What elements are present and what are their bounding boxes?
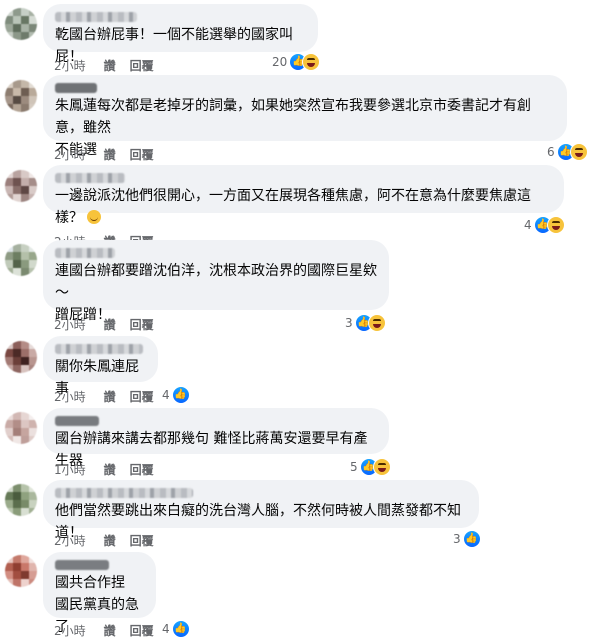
comment-bubble: 一邊說派沈他們很開心，一方面又在展現各種焦慮，阿不在意為什麼要焦慮這樣？	[43, 165, 564, 226]
comment-bubble: 國台辦講來講去都那幾句 難怪比蔣萬安還要早有產生器	[43, 408, 389, 469]
comment-text: 一邊說派沈他們很開心，一方面又在展現各種焦慮，阿不在意為什麼要焦慮這樣？	[55, 185, 552, 229]
reaction-count: 5	[350, 460, 358, 474]
author-name[interactable]	[55, 488, 193, 498]
comment-actions: 2小時 讚回覆	[54, 532, 168, 549]
author-name[interactable]	[55, 248, 115, 258]
reply-button[interactable]: 回覆	[130, 390, 154, 404]
like-icon: 👍	[171, 620, 190, 638]
author-name[interactable]	[55, 12, 137, 22]
reply-button[interactable]: 回覆	[130, 148, 154, 162]
haha-icon	[302, 53, 321, 71]
avatar[interactable]	[5, 484, 37, 516]
reaction-summary[interactable]: 3 👍	[345, 314, 386, 332]
reaction-count: 4	[162, 622, 170, 636]
reaction-count: 6	[547, 145, 555, 159]
avatar[interactable]	[5, 80, 37, 112]
comment-actions: 2小時 讚回覆	[54, 146, 168, 163]
haha-icon	[546, 216, 565, 234]
reaction-summary[interactable]: 4 👍	[162, 386, 190, 404]
avatar[interactable]	[5, 244, 37, 276]
author-name[interactable]	[55, 344, 143, 354]
haha-icon	[569, 143, 588, 161]
comment-bubble: 他們當然要跳出來白癡的洗台灣人腦，不然何時被人間蒸發都不知道！	[43, 480, 479, 541]
comment-actions: 2小時 讚回覆	[54, 57, 168, 74]
reaction-summary[interactable]: 4 👍	[162, 620, 190, 638]
like-icon: 👍	[171, 386, 190, 404]
comment-actions: 2小時 讚回覆	[54, 316, 168, 333]
comment-actions: 2小時 讚回覆	[54, 622, 168, 639]
like-button[interactable]: 讚	[104, 390, 116, 404]
like-button[interactable]: 讚	[104, 463, 116, 477]
avatar[interactable]	[5, 8, 37, 40]
author-name[interactable]	[55, 83, 97, 93]
timestamp[interactable]: 2小時	[54, 624, 86, 638]
comment-bubble: 連國台辦都要蹭沈伯洋，沈根本政治界的國際巨星欸～ 蹭屁蹭！	[43, 240, 389, 323]
author-name[interactable]	[55, 173, 125, 183]
reply-button[interactable]: 回覆	[130, 59, 154, 73]
comment-text-content: 一邊說派沈他們很開心，一方面又在展現各種焦慮，阿不在意為什麼要焦慮這樣？	[55, 188, 531, 226]
timestamp[interactable]: 2小時	[54, 390, 86, 404]
reaction-summary[interactable]: 4 👍	[524, 216, 565, 234]
comment-bubble: 國共合作捏 國民黨真的急了	[43, 552, 156, 635]
author-name[interactable]	[55, 416, 99, 426]
reply-button[interactable]: 回覆	[130, 534, 154, 548]
comment-bubble: 朱鳳蓮每次都是老掉牙的詞彙，如果她突然宣布我要參選北京市委書記才有創意，雖然 不…	[43, 75, 567, 158]
timestamp[interactable]: 2小時	[54, 318, 86, 332]
avatar[interactable]	[5, 170, 37, 202]
reaction-count: 20	[272, 55, 288, 69]
reply-button[interactable]: 回覆	[130, 624, 154, 638]
timestamp[interactable]: 2小時	[54, 59, 86, 73]
avatar[interactable]	[5, 555, 37, 587]
reaction-summary[interactable]: 20 👍	[272, 53, 321, 71]
like-button[interactable]: 讚	[104, 624, 116, 638]
timestamp[interactable]: 2小時	[54, 534, 86, 548]
reaction-summary[interactable]: 6 👍	[547, 143, 588, 161]
reply-button[interactable]: 回覆	[130, 318, 154, 332]
reply-button[interactable]: 回覆	[130, 463, 154, 477]
comment-actions: 1小時 讚回覆	[54, 461, 168, 478]
avatar[interactable]	[5, 412, 37, 444]
timestamp[interactable]: 2小時	[54, 148, 86, 162]
like-button[interactable]: 讚	[104, 148, 116, 162]
reaction-count: 3	[345, 316, 353, 330]
reaction-count: 3	[453, 532, 461, 546]
author-name[interactable]	[55, 560, 109, 570]
haha-icon	[372, 458, 391, 476]
reaction-count: 4	[162, 388, 170, 402]
reaction-summary[interactable]: 5 👍	[350, 458, 391, 476]
comment-actions: 2小時 讚回覆	[54, 388, 168, 405]
reaction-summary[interactable]: 3 👍	[453, 530, 481, 548]
like-button[interactable]: 讚	[104, 59, 116, 73]
like-button[interactable]: 讚	[104, 318, 116, 332]
like-button[interactable]: 讚	[104, 534, 116, 548]
comment-bubble: 乾國台辦屁事！一個不能選舉的國家叫屁！	[43, 4, 318, 65]
comment-bubble: 關你朱鳳連屁事	[43, 336, 158, 397]
like-icon: 👍	[462, 530, 481, 548]
avatar[interactable]	[5, 341, 37, 373]
smile-emoji-icon	[87, 210, 101, 224]
reaction-count: 4	[524, 218, 532, 232]
haha-icon	[367, 314, 386, 332]
timestamp[interactable]: 1小時	[54, 463, 86, 477]
